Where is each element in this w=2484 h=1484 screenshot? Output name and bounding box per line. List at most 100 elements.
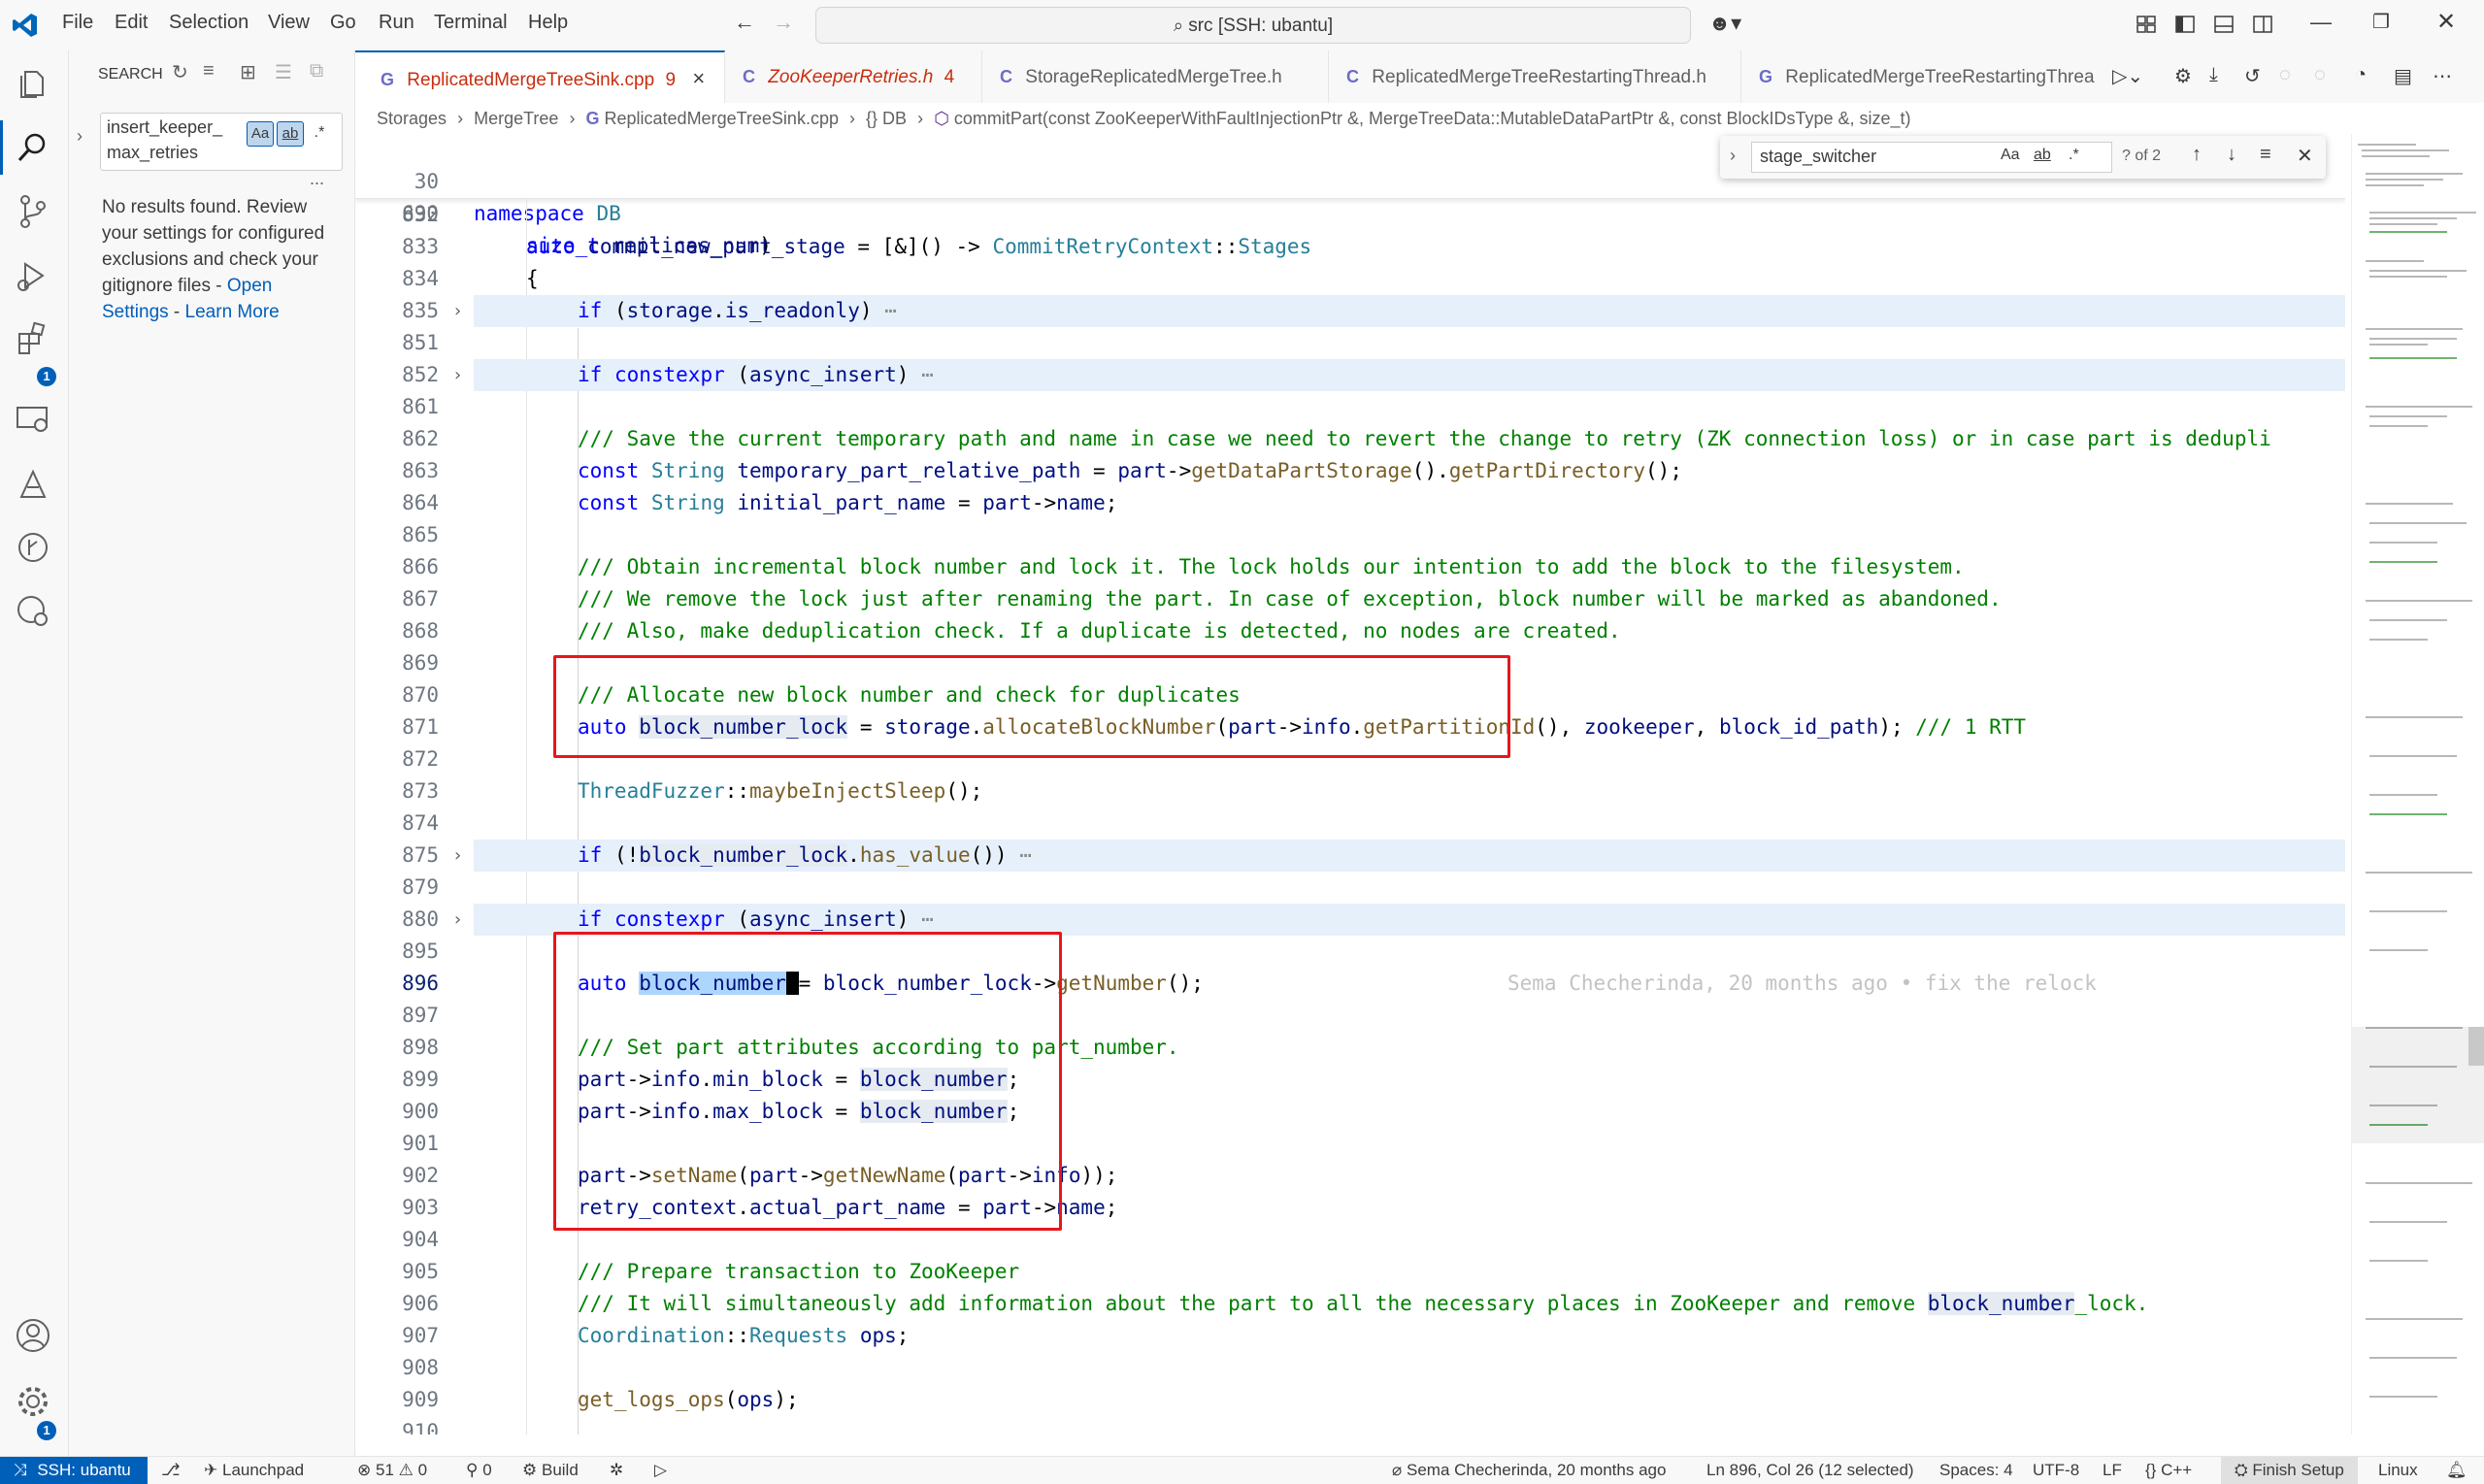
new-search-editor-icon[interactable]: ⊞ — [240, 60, 256, 84]
toggle-replace-chevron-icon[interactable]: › — [1730, 146, 1736, 166]
ports-item[interactable]: ⚲ 0 — [466, 1457, 492, 1484]
code-line[interactable]: 864 const String initial_part_name = part… — [355, 487, 2345, 519]
code-line[interactable]: 852 › if constexpr (async_insert) ⋯ — [355, 359, 2345, 391]
remote-indicator[interactable]: ⤨ SSH: ubantu — [0, 1457, 148, 1484]
restore-icon[interactable]: ❐ — [2372, 10, 2390, 34]
testing-icon[interactable] — [14, 464, 52, 503]
launchpad-item[interactable]: ✈ Launchpad — [204, 1457, 304, 1484]
code-line[interactable]: 861 — [355, 391, 2345, 423]
code-line[interactable]: 895 — [355, 936, 2345, 968]
build-item[interactable]: ⚙ Build — [522, 1457, 579, 1484]
finish-setup-button[interactable]: ⛭ Finish Setup — [2221, 1457, 2358, 1484]
code-line[interactable]: 903 retry_context.actual_part_name = part… — [355, 1192, 2345, 1224]
code-line[interactable]: 904 — [355, 1224, 2345, 1256]
code-line[interactable]: 901 — [355, 1128, 2345, 1160]
back-arrow-icon[interactable]: ← — [734, 10, 755, 35]
code-line[interactable]: 907 Coordination::Requests ops; — [355, 1320, 2345, 1352]
search-input[interactable]: insert_keeper_ max_retries Aa ab .* — [100, 113, 343, 171]
git-blame-item[interactable]: ⌀ Sema Checherinda, 20 months ago — [1392, 1457, 1666, 1484]
split-editor-icon[interactable]: ▤ — [2394, 64, 2412, 88]
code-line[interactable]: 896 auto block_number = block_number_lock… — [355, 968, 2345, 1000]
menu-selection[interactable]: Selection — [169, 12, 248, 34]
git-graph-icon[interactable] — [14, 528, 52, 567]
settings-gear-icon[interactable]: ⚙ — [2174, 64, 2192, 88]
code-line[interactable]: 867/// We remove the lock just after ren… — [355, 583, 2345, 615]
chevron-right-icon[interactable]: › — [452, 840, 463, 872]
minimize-icon[interactable]: — — [2310, 10, 2332, 35]
tab-replicated-merge-tree-restarting-thread-cpp[interactable]: G ReplicatedMergeTreeRestartingThrea — [1741, 50, 2130, 103]
forward-arrow-icon[interactable]: → — [773, 10, 794, 35]
code-line[interactable]: 862/// Save the current temporary path a… — [355, 423, 2345, 455]
close-icon[interactable]: ✕ — [2297, 144, 2313, 168]
tab-storage-replicated-merge-tree-h[interactable]: C StorageReplicatedMergeTree.h — [982, 50, 1329, 103]
vscode-logo-icon[interactable] — [12, 12, 39, 39]
more-actions-icon[interactable]: ⋯ — [2433, 64, 2452, 88]
match-whole-word-toggle[interactable]: ab — [277, 121, 304, 147]
match-whole-word-toggle[interactable]: ab — [2034, 147, 2051, 164]
find-input[interactable]: stage_switcher Aa ab .* — [1751, 142, 2112, 173]
os-indicator[interactable]: Linux — [2378, 1457, 2418, 1484]
close-window-icon[interactable]: ✕ — [2436, 8, 2456, 36]
code-line[interactable]: 866/// Obtain incremental block number a… — [355, 551, 2345, 583]
run-code-icon[interactable]: ▷⌄ — [2112, 64, 2143, 88]
manage-gear-icon[interactable] — [14, 1382, 52, 1421]
code-line[interactable]: 899 part->info.min_block = block_number; — [355, 1064, 2345, 1096]
code-line[interactable]: 868/// Also, make deduplication check. I… — [355, 615, 2345, 647]
menu-file[interactable]: File — [62, 12, 93, 34]
toggle-secondary-sidebar-icon[interactable] — [2252, 14, 2273, 35]
breadcrumb-namespace[interactable]: DB — [882, 109, 907, 128]
view-as-tree-icon[interactable]: ☰ — [275, 60, 292, 84]
code-line[interactable]: 900 part->info.max_block = block_number; — [355, 1096, 2345, 1128]
code-line[interactable]: 909 get_logs_ops(ops); — [355, 1384, 2345, 1416]
previous-match-icon[interactable]: ↑ — [2192, 144, 2202, 166]
encoding[interactable]: UTF-8 — [2033, 1457, 2079, 1484]
collapse-all-icon[interactable]: ⧉ — [310, 60, 323, 82]
notifications-bell-icon[interactable]: 🔔︎ — [2446, 1457, 2467, 1484]
match-case-toggle[interactable]: Aa — [2001, 147, 2020, 164]
github-actions-icon[interactable] — [14, 592, 52, 631]
remote-explorer-icon[interactable] — [14, 400, 52, 439]
breadcrumb-storages[interactable]: Storages — [377, 109, 447, 128]
match-case-toggle[interactable]: Aa — [247, 121, 274, 147]
code-line[interactable]: 875 › if (!block_number_lock.has_value()) … — [355, 840, 2345, 872]
refresh-icon[interactable]: ↻ — [172, 60, 188, 84]
run-debug-icon[interactable] — [14, 256, 52, 295]
code-line[interactable]: 833 auto commit_new_part_stage = [&]() ->… — [355, 231, 2345, 263]
code-line[interactable]: 874 — [355, 808, 2345, 840]
cursor-position[interactable]: Ln 896, Col 26 (12 selected) — [1706, 1457, 1914, 1484]
use-regex-toggle[interactable]: .* — [2069, 147, 2079, 164]
breadcrumb-mergetree[interactable]: MergeTree — [474, 109, 558, 128]
code-line[interactable]: 908 — [355, 1352, 2345, 1384]
code-editor[interactable]: 30 namespace DB 690 size_t replicas_num)… — [355, 134, 2345, 1435]
git-branch-icon[interactable]: ⎇ — [161, 1457, 181, 1484]
open-changes-icon[interactable]: ↺ — [2244, 64, 2261, 88]
source-control-icon[interactable] — [14, 192, 52, 231]
problems-item[interactable]: ⊗ 51 ⚠ 0 — [357, 1457, 427, 1484]
code-line[interactable]: 832 — [355, 199, 2345, 231]
language-mode[interactable]: {} C++ — [2145, 1457, 2192, 1484]
minimap[interactable] — [2351, 134, 2484, 1435]
code-line[interactable]: 869 — [355, 647, 2345, 679]
account-icon[interactable] — [14, 1316, 52, 1355]
search-icon[interactable] — [14, 128, 52, 167]
toggle-replace-chevron-icon[interactable]: › — [77, 126, 83, 147]
run-icon[interactable]: ▷ — [654, 1457, 667, 1484]
copilot-icon[interactable]: ☻▾ — [1708, 11, 1741, 36]
tab-replicated-merge-tree-sink-cpp[interactable]: G ReplicatedMergeTreeSink.cpp 9 × — [355, 50, 725, 104]
chevron-right-icon[interactable]: › — [452, 904, 463, 936]
code-line[interactable]: 905/// Prepare transaction to ZooKeeper — [355, 1256, 2345, 1288]
code-line[interactable]: 879 — [355, 872, 2345, 904]
customize-layout-icon[interactable] — [2136, 14, 2157, 35]
tab-zookeeper-retries-h[interactable]: C ZooKeeperRetries.h 4 — [725, 50, 982, 103]
code-line[interactable]: 851 — [355, 327, 2345, 359]
next-change-icon[interactable]: ◌ — [2314, 64, 2326, 86]
code-line[interactable]: 880 › if constexpr (async_insert) ⋯ — [355, 904, 2345, 936]
find-in-selection-icon[interactable]: ≡ — [2260, 144, 2271, 166]
code-line[interactable]: 897 — [355, 1000, 2345, 1032]
toggle-panel-icon[interactable] — [2213, 14, 2235, 35]
code-line[interactable]: 865 — [355, 519, 2345, 551]
timeline-icon[interactable]: ◔ — [2355, 64, 2367, 86]
menu-view[interactable]: View — [268, 12, 310, 34]
extensions-icon[interactable] — [14, 320, 52, 359]
code-line[interactable]: 871 auto block_number_lock = storage.allo… — [355, 711, 2345, 743]
